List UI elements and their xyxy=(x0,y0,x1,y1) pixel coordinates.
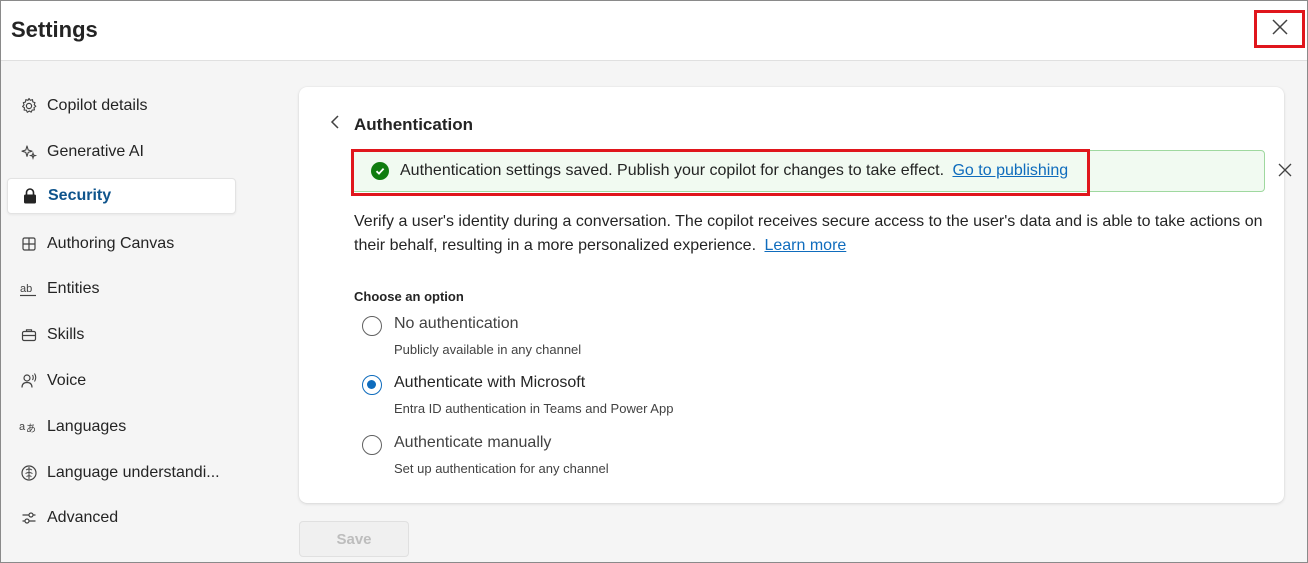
sidebar: Copilot details Generative AI Security A… xyxy=(1,62,249,562)
ab-text-icon: ab xyxy=(19,279,39,299)
section-title: Authentication xyxy=(354,115,473,134)
close-button[interactable] xyxy=(1254,10,1305,48)
svg-text:あ: あ xyxy=(26,423,36,435)
sidebar-item-language-understanding[interactable]: Language understandi... xyxy=(7,455,236,491)
chevron-left-icon xyxy=(329,114,341,135)
header: Settings xyxy=(1,1,1307,61)
save-button[interactable]: Save xyxy=(299,521,409,557)
sidebar-item-generative-ai[interactable]: Generative AI xyxy=(7,134,236,170)
sidebar-item-copilot-details[interactable]: Copilot details xyxy=(7,88,236,124)
sidebar-item-label: Skills xyxy=(47,326,85,343)
sidebar-item-label: Generative AI xyxy=(47,143,144,160)
sparkle-icon xyxy=(19,142,39,162)
sidebar-item-label: Voice xyxy=(47,372,87,389)
sidebar-item-label: Advanced xyxy=(47,509,119,526)
gear-icon xyxy=(19,96,39,116)
choose-option-label: Choose an option xyxy=(354,289,464,304)
authentication-card: Authentication Authentication settings s… xyxy=(299,87,1292,503)
voice-person-icon xyxy=(19,371,39,391)
checkmark-circle-icon xyxy=(371,162,389,180)
sidebar-item-advanced[interactable]: Advanced xyxy=(7,500,236,536)
radio-button[interactable] xyxy=(362,316,382,336)
svg-text:ab: ab xyxy=(20,283,32,295)
go-to-publishing-link[interactable]: Go to publishing xyxy=(952,162,1068,179)
radio-title: No authentication xyxy=(394,315,519,332)
translate-icon: aあ xyxy=(19,417,39,437)
sidebar-item-label: Entities xyxy=(47,280,100,297)
lock-icon xyxy=(20,186,40,206)
radio-title: Authenticate manually xyxy=(394,434,552,451)
sidebar-item-voice[interactable]: Voice xyxy=(7,363,236,399)
settings-window: Settings Copilot details Generative AI S… xyxy=(0,0,1308,563)
grid-icon xyxy=(19,234,39,254)
sidebar-item-label: Language understandi... xyxy=(47,464,220,481)
close-icon xyxy=(1271,18,1289,41)
description-text: Verify a user's identity during a conver… xyxy=(354,210,1264,258)
banner-message: Authentication settings saved. Publish y… xyxy=(400,162,1068,180)
radio-button-checked[interactable] xyxy=(362,375,382,395)
dismiss-banner-button[interactable] xyxy=(1274,162,1296,182)
radio-subtitle: Publicly available in any channel xyxy=(394,342,582,357)
radio-button[interactable] xyxy=(362,435,382,455)
svg-text:a: a xyxy=(19,421,26,433)
sidebar-item-languages[interactable]: aあ Languages xyxy=(7,409,236,445)
sliders-icon xyxy=(19,508,39,528)
sidebar-item-label: Copilot details xyxy=(47,97,148,114)
sidebar-item-security[interactable]: Security xyxy=(7,178,236,214)
close-icon xyxy=(1277,162,1293,183)
radio-title: Authenticate with Microsoft xyxy=(394,374,586,391)
back-button[interactable] xyxy=(325,113,345,135)
page-title: Settings xyxy=(11,17,98,42)
sidebar-item-label: Authoring Canvas xyxy=(47,235,175,252)
radio-subtitle: Entra ID authentication in Teams and Pow… xyxy=(394,401,674,416)
brain-icon xyxy=(19,463,39,483)
success-banner: Authentication settings saved. Publish y… xyxy=(351,150,1292,192)
radio-subtitle: Set up authentication for any channel xyxy=(394,461,609,476)
sidebar-item-skills[interactable]: Skills xyxy=(7,317,236,353)
banner-text: Authentication settings saved. Publish y… xyxy=(400,162,945,179)
sidebar-item-label: Languages xyxy=(47,418,127,435)
sidebar-item-authoring-canvas[interactable]: Authoring Canvas xyxy=(7,226,236,262)
learn-more-link[interactable]: Learn more xyxy=(764,237,846,254)
briefcase-icon xyxy=(19,325,39,345)
sidebar-item-entities[interactable]: ab Entities xyxy=(7,271,236,307)
sidebar-item-label: Security xyxy=(48,187,112,204)
